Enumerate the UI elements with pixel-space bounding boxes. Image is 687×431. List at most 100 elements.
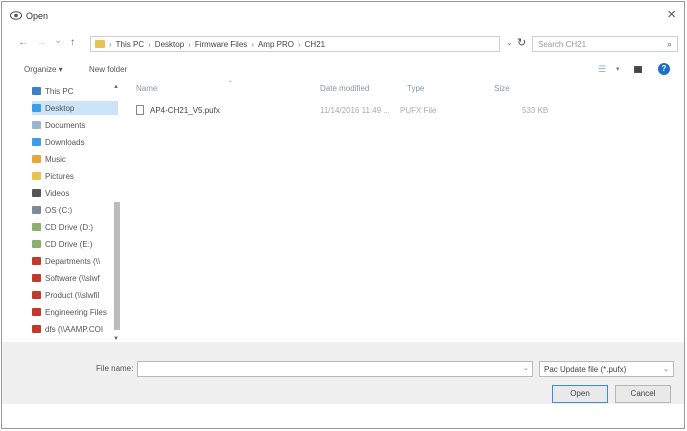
back-arrow-icon[interactable]: ← — [18, 37, 28, 48]
file-name: AP4-CH21_V5.pufx — [150, 106, 220, 115]
sidebar-item-label: Engineering Files — [45, 307, 107, 317]
up-arrow-icon[interactable]: ↑ — [70, 37, 75, 48]
column-header-name[interactable]: Name — [136, 84, 157, 93]
address-bar[interactable]: › This PC › Desktop › Firmware Files › A… — [90, 36, 500, 52]
chevron-right-icon: › — [148, 39, 151, 49]
help-icon[interactable]: ? — [658, 63, 670, 75]
file-size: 533 KB — [522, 106, 549, 115]
sidebar-item-label: Desktop — [45, 103, 75, 113]
scroll-up-icon[interactable]: ▲ — [113, 84, 119, 90]
scrollbar-thumb[interactable] — [114, 202, 120, 330]
file-type: PUFX File — [400, 106, 437, 115]
drive-icon — [32, 206, 41, 214]
open-file-dialog: Open × ← → ⌄ ↑ › This PC › Desktop › Fir… — [1, 1, 685, 429]
breadcrumb-ch21[interactable]: CH21 — [305, 40, 325, 49]
sidebar-item[interactable]: Engineering Files — [32, 305, 118, 319]
dialog-title: Open — [26, 11, 49, 21]
sidebar-item-label: CD Drive (D:) — [45, 222, 93, 232]
search-icon: ⌕ — [666, 39, 672, 49]
file-name-label: File name: — [96, 364, 134, 373]
breadcrumb-firmware-files[interactable]: Firmware Files — [195, 40, 247, 49]
search-box[interactable]: Search CH21 ⌕ — [532, 36, 678, 52]
view-dropdown-icon[interactable]: ▾ — [616, 65, 620, 73]
sidebar-item-label: Software (\\slwf — [45, 273, 100, 283]
sidebar-item[interactable]: OS (C:) — [32, 203, 118, 217]
recent-locations-chevron-icon[interactable]: ⌄ — [54, 35, 62, 46]
pictures-icon — [32, 172, 41, 180]
network-drive-icon — [32, 308, 41, 316]
sidebar-item[interactable]: Desktop — [32, 101, 118, 115]
view-options-icon[interactable]: ☰ — [598, 64, 606, 75]
sidebar-item[interactable]: Pictures — [32, 169, 118, 183]
sidebar-item-label: Downloads — [45, 137, 85, 147]
sidebar-item[interactable]: Downloads — [32, 135, 118, 149]
navigation-pane: This PC Desktop Documents Downloads Music Pic… — [2, 80, 122, 342]
computer-icon — [32, 87, 41, 95]
file-type-filter-value: Pac Update file (*.pufx) — [544, 365, 627, 374]
folder-icon — [95, 40, 105, 48]
videos-icon — [32, 189, 41, 197]
sidebar-item-label: Documents — [45, 120, 86, 130]
preview-pane-icon[interactable] — [634, 66, 642, 73]
breadcrumb-desktop[interactable]: Desktop — [155, 40, 184, 49]
downloads-icon — [32, 138, 41, 146]
sidebar-item[interactable]: CD Drive (D:) — [32, 220, 118, 234]
sidebar-item[interactable]: Departments (\\ — [32, 254, 118, 268]
organize-menu-button[interactable]: Organize ▾ — [24, 65, 63, 74]
sidebar-item-label: dfs (\\AAMP.COI — [45, 324, 104, 334]
file-name-area: File name: ⌄ Pac Update file (*.pufx) ⌄ … — [2, 342, 684, 404]
sidebar-item-label: Music — [45, 154, 66, 164]
chevron-down-icon: ⌄ — [663, 366, 669, 373]
address-dropdown-icon[interactable]: ⌄ — [506, 38, 513, 47]
cancel-button[interactable]: Cancel — [615, 385, 671, 403]
chevron-right-icon: › — [188, 39, 191, 49]
refresh-icon[interactable]: ↻ — [517, 36, 526, 49]
column-header-date-modified[interactable]: Date modified — [320, 84, 369, 93]
navigation-pane-scrollbar[interactable]: ▲ ▼ — [113, 84, 121, 342]
network-drive-icon — [32, 274, 41, 282]
command-bar: Organize ▾ New folder ☰ ▾ ? — [2, 60, 684, 80]
file-list: Name ⌃ Date modified Type Size AP4-CH21_… — [130, 81, 680, 342]
file-row[interactable]: AP4-CH21_V5.pufx 11/14/2016 11:49 ... PU… — [136, 104, 556, 118]
close-icon[interactable]: × — [667, 7, 676, 23]
cd-drive-icon — [32, 240, 41, 248]
chevron-right-icon: › — [109, 39, 112, 49]
chevron-right-icon: › — [251, 39, 254, 49]
sidebar-item[interactable]: CD Drive (E:) — [32, 237, 118, 251]
forward-arrow-icon[interactable]: → — [36, 37, 46, 48]
navigation-bar: ← → ⌄ ↑ › This PC › Desktop › Firmware F… — [2, 34, 684, 56]
sidebar-item[interactable]: This PC — [32, 84, 118, 98]
title-bar: Open × — [2, 2, 684, 30]
file-name-dropdown-icon[interactable]: ⌄ — [523, 364, 529, 372]
documents-icon — [32, 121, 41, 129]
file-date-modified: 11/14/2016 11:49 ... — [320, 106, 390, 115]
open-button[interactable]: Open — [552, 385, 608, 403]
new-folder-button[interactable]: New folder — [89, 65, 127, 74]
sidebar-item[interactable]: Software (\\slwf — [32, 271, 118, 285]
sidebar-item[interactable]: dfs (\\AAMP.COI — [32, 322, 118, 336]
app-icon — [10, 11, 22, 20]
file-type-filter-select[interactable]: Pac Update file (*.pufx) ⌄ — [539, 361, 674, 377]
breadcrumb-this-pc[interactable]: This PC — [116, 40, 144, 49]
sidebar-item-label: Product (\\slwfil — [45, 290, 100, 300]
sidebar-item-label: This PC — [45, 86, 74, 96]
sidebar-item-label: Videos — [45, 188, 70, 198]
column-header-type[interactable]: Type — [407, 84, 424, 93]
sidebar-item-label: Pictures — [45, 171, 74, 181]
breadcrumb-amp-pro[interactable]: Amp PRO — [258, 40, 294, 49]
chevron-right-icon: › — [297, 39, 301, 49]
sidebar-item[interactable]: Videos — [32, 186, 118, 200]
column-header-size[interactable]: Size — [494, 84, 510, 93]
sidebar-item-label: Departments (\\ — [45, 256, 101, 266]
desktop-icon — [32, 104, 41, 112]
sidebar-item-label: CD Drive (E:) — [45, 239, 93, 249]
sidebar-item[interactable]: Documents — [32, 118, 118, 132]
file-icon — [136, 105, 144, 115]
sidebar-item[interactable]: Music — [32, 152, 118, 166]
search-placeholder: Search CH21 — [538, 40, 587, 49]
network-drive-icon — [32, 325, 41, 333]
cd-drive-icon — [32, 223, 41, 231]
file-name-input[interactable] — [137, 361, 533, 377]
sidebar-item[interactable]: Product (\\slwfil — [32, 288, 118, 302]
network-drive-icon — [32, 291, 41, 299]
